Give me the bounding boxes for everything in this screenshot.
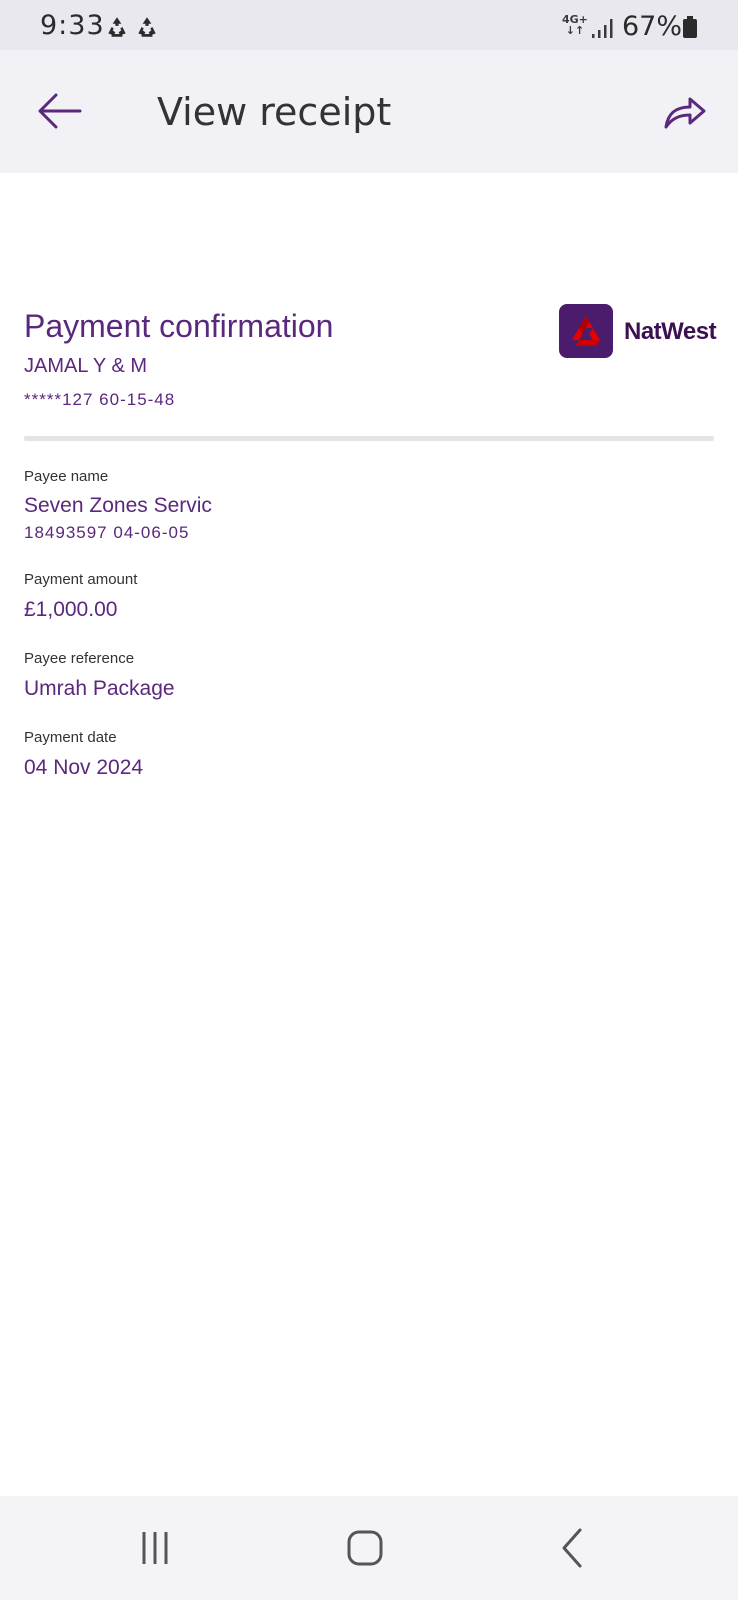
share-button[interactable]	[656, 83, 712, 139]
account-name: JAMAL Y & M	[24, 355, 148, 377]
natwest-logo-icon	[559, 304, 613, 358]
receipt-title: Payment confirmation	[24, 308, 334, 344]
account-number: *****127 60-15-48	[24, 390, 176, 409]
payment-amount-value: £1,000.00	[24, 598, 118, 621]
battery-percentage: 67%	[622, 11, 683, 42]
payee-account-value: 18493597 04-06-05	[24, 523, 190, 542]
back-button[interactable]	[30, 83, 86, 139]
payee-name-value: Seven Zones Servic	[24, 494, 212, 517]
payment-date-label: Payment date	[24, 729, 117, 746]
chevron-left-icon	[562, 1528, 582, 1568]
divider	[24, 436, 714, 441]
status-bar: 9:33 4G+ ↓↑ 67%	[0, 0, 738, 50]
recents-icon	[142, 1532, 168, 1564]
signal-icon	[592, 19, 613, 38]
recycle-icon	[138, 17, 156, 37]
page-title: View receipt	[157, 90, 392, 134]
recent-apps-button[interactable]	[136, 1526, 180, 1570]
system-nav-bar	[0, 1496, 738, 1600]
app-bar: View receipt	[0, 50, 738, 173]
battery-icon	[683, 16, 697, 38]
home-icon	[347, 1530, 383, 1566]
home-button[interactable]	[343, 1526, 387, 1570]
network-arrows: ↓↑	[565, 24, 585, 37]
network-indicator: 4G+ ↓↑	[562, 14, 588, 36]
payment-date-value: 04 Nov 2024	[24, 756, 144, 779]
nav-back-button[interactable]	[550, 1526, 594, 1570]
brand-name: NatWest	[624, 318, 717, 345]
status-time: 9:33	[40, 10, 105, 41]
arrow-left-icon	[38, 93, 82, 129]
payee-reference-label: Payee reference	[24, 650, 135, 667]
share-icon	[664, 97, 706, 129]
recycle-icon	[108, 17, 126, 37]
payment-amount-label: Payment amount	[24, 571, 138, 588]
payee-name-label: Payee name	[24, 468, 109, 485]
payee-reference-value: Umrah Package	[24, 677, 175, 700]
